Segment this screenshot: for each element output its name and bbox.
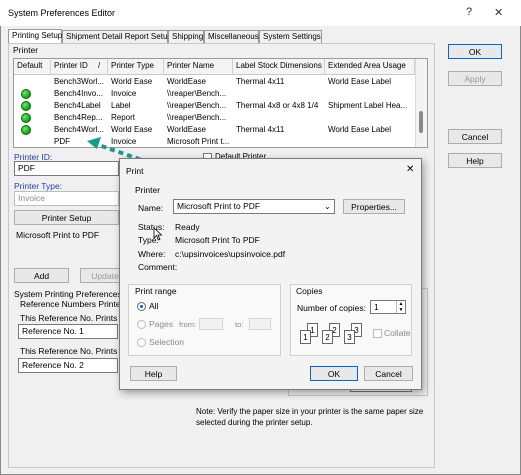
tab-shipping[interactable]: Shipping [168,30,204,43]
where-label: Where: [138,249,166,259]
add-button[interactable]: Add [14,268,69,283]
type-value: Microsoft Print To PDF [175,235,260,245]
tab-shipment-detail-report-setup[interactable]: Shipment Detail Report Setup [62,30,172,43]
cell-printer-name: \\reaper\Bench... [167,89,227,98]
range-selection-radio[interactable] [137,338,146,347]
grid-scrollbar-thumb[interactable] [419,111,423,133]
range-all-label: All [149,301,159,311]
cell-extended-area: World Ease Label [328,77,391,86]
cell-printer-name: WorldEase [167,77,206,86]
tab-miscellaneous[interactable]: Miscellaneous [204,30,259,43]
table-row[interactable]: Bench3Worl... World Ease WorldEase Therm… [14,76,415,88]
cell-label-stock: Thermal 4x11 [236,77,285,86]
print-cancel-button[interactable]: Cancel [364,366,413,381]
table-row[interactable]: Bench4Invo... Invoice \\reaper\Bench... [14,88,415,100]
chevron-down-icon: ⌄ [324,202,331,211]
help-icon[interactable]: ? [466,6,472,18]
cancel-button[interactable]: Cancel [448,129,502,144]
printer-setup-button[interactable]: Printer Setup [14,210,119,225]
printer-type-label: Printer Type: [14,181,63,191]
collate-page-front-icon: 3 [344,330,355,344]
copies-title: Copies [296,286,323,296]
range-selection-label: Selection [149,337,184,347]
range-all-radio[interactable] [137,302,146,311]
help-button[interactable]: Help [448,153,502,168]
sort-indicator-icon: / [98,61,101,70]
print-dialog-title: Print [126,166,144,176]
where-value: c:\upsinvoices\upsinvoice.pdf [175,249,286,259]
default-status-icon [21,113,31,123]
collate-illustration-icon: 1 1 2 2 3 3 [298,321,368,347]
grid-scrollbar[interactable] [415,59,427,147]
tab-printing-setup[interactable]: Printing Setup [8,29,62,44]
printer-section-title: Printer [135,185,161,195]
title-bar: System Preferences Editor ? ✕ [0,0,521,26]
cell-printer-name: \\reaper\Bench... [167,113,227,122]
printer-type-select[interactable]: Invoice [14,191,119,206]
print-dialog: Print ✕ Printer Name: Microsoft Print to… [119,158,422,390]
cell-extended-area: World Ease Label [328,125,391,134]
paper-size-note: Note: Verify the paper size in your prin… [196,407,424,427]
print-range-title: Print range [135,286,177,296]
range-from-label: from: [179,320,197,329]
column-header-printer-id-label: Printer ID [54,61,88,70]
name-label: Name: [138,203,164,213]
cell-extended-area: Shipment Label Hea... [328,101,408,110]
status-value: Ready [175,222,200,232]
ok-button[interactable]: OK [448,44,502,59]
cell-printer-id: Bench4Label [54,101,101,110]
cell-label-stock: Thermal 4x11 [236,125,285,134]
table-row[interactable]: Bench4Worl... World Ease WorldEase Therm… [14,124,415,136]
system-printing-title: System Printing Preferences [14,289,122,299]
column-header-printer-name[interactable]: Printer Name [164,59,233,75]
default-status-icon [21,89,31,99]
reference-2-select[interactable]: Reference No. 2 [18,358,118,373]
column-header-default[interactable]: Default [14,59,51,75]
range-from-input[interactable] [199,318,223,330]
cell-printer-type: Report [111,113,136,122]
cell-label-stock: Thermal 4x8 or 4x8 1/4 [236,101,319,110]
default-status-icon [21,125,31,135]
copies-spinner-icon[interactable]: ▲ ▼ [396,301,405,313]
range-pages-radio[interactable] [137,320,146,329]
apply-button[interactable]: Apply [448,71,502,86]
column-header-label-stock[interactable]: Label Stock Dimensions [233,59,325,75]
column-header-extended-area[interactable]: Extended Area Usage [325,59,415,75]
collate-checkbox[interactable] [373,329,382,338]
cell-printer-id: Bench4Rep... [54,113,103,122]
table-row[interactable]: PDF Invoice Microsoft Print t... [14,136,415,147]
printer-name-value: Microsoft Print to PDF [177,201,261,211]
range-to-label: to: [235,320,244,329]
table-row[interactable]: Bench4Label Label \\reaper\Bench... Ther… [14,100,415,112]
range-pages-label: Pages [149,319,174,329]
table-row[interactable]: Bench4Rep... Report \\reaper\Bench... [14,112,415,124]
collate-page-front-icon: 2 [322,330,333,344]
properties-button[interactable]: Properties... [343,199,405,214]
printer-name-select[interactable]: Microsoft Print to PDF ⌄ [173,199,335,214]
reference-1-select[interactable]: Reference No. 1 [18,324,118,339]
range-to-input[interactable] [249,318,271,330]
number-of-copies-label: Number of copies: [297,303,366,313]
cell-printer-type: Label [111,101,131,110]
print-ok-button[interactable]: OK [310,366,358,381]
column-header-printer-id[interactable]: Printer ID / [51,59,108,75]
comment-label: Comment: [138,262,178,272]
cell-printer-name: \\reaper\Bench... [167,101,227,110]
cell-printer-id: Bench3Worl... [54,77,105,86]
cell-printer-id: Bench4Invo... [54,89,103,98]
column-header-printer-type[interactable]: Printer Type [108,59,164,75]
default-status-icon [21,101,31,111]
print-dialog-close-icon[interactable]: ✕ [406,164,414,175]
type-label: Type: [138,235,159,245]
cell-printer-type: Invoice [111,89,137,98]
tab-system-settings[interactable]: System Settings [259,30,322,43]
close-icon[interactable]: ✕ [494,6,503,19]
collate-page-front-icon: 1 [300,330,311,344]
print-help-button[interactable]: Help [130,366,177,381]
printer-name-value: Microsoft Print to PDF [16,230,100,240]
printer-group-title: Printer [13,45,39,55]
window-title: System Preferences Editor [8,8,116,18]
collate-label: Collate [384,328,411,338]
cell-printer-type: World Ease [111,77,153,86]
